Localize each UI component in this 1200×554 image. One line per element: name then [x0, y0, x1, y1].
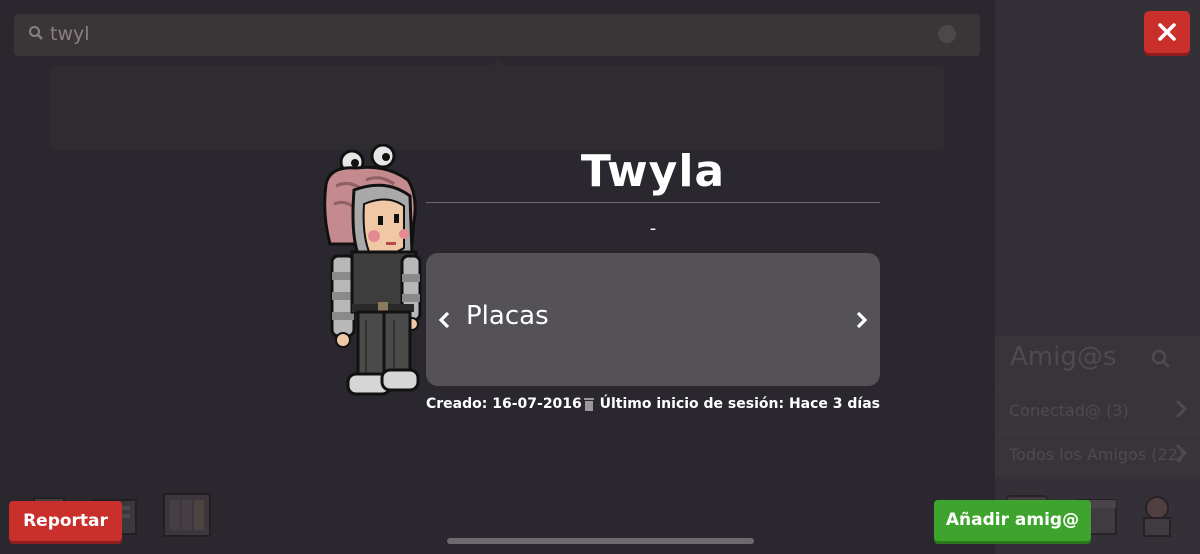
search-icon: [29, 26, 43, 40]
close-button[interactable]: [1144, 11, 1190, 53]
user-avatar: [323, 144, 422, 396]
badges-label: Placas: [466, 301, 549, 331]
search-input[interactable]: twyl: [50, 23, 90, 45]
search-icon[interactable]: [1150, 348, 1172, 370]
badges-card: Placas: [426, 253, 880, 386]
add-friend-button[interactable]: Añadir amig@: [934, 500, 1091, 541]
friends-row-label: Conectad@ (3): [1009, 401, 1129, 420]
home-indicator: [447, 538, 754, 544]
last-login: Último inicio de sesión: Hace 3 días: [583, 396, 880, 412]
report-button[interactable]: Reportar: [9, 501, 122, 541]
chevron-right-icon: [1175, 399, 1188, 419]
profile-motto: -: [649, 218, 657, 239]
chevron-left-icon[interactable]: [438, 311, 452, 329]
friends-row-label: Todos los Amigos (22): [1009, 445, 1185, 464]
search-results-panel: [50, 58, 944, 150]
trash-icon: [583, 398, 594, 411]
chevron-right-icon: [1175, 443, 1188, 463]
chevron-right-icon[interactable]: [854, 311, 868, 329]
inventory-icon[interactable]: [160, 490, 214, 540]
divider: [426, 202, 880, 203]
last-login-text: Último inicio de sesión: Hace 3 días: [599, 396, 880, 412]
friends-row-online[interactable]: Conectad@ (3): [995, 388, 1200, 433]
friends-panel-title: Amig@s: [1010, 342, 1117, 372]
user-avatar-icon[interactable]: [1130, 490, 1184, 540]
created-date: Creado: 16-07-2016: [426, 396, 582, 412]
friends-row-all[interactable]: Todos los Amigos (22): [995, 432, 1200, 477]
close-icon: [1158, 23, 1176, 41]
profile-name: Twyla: [580, 146, 726, 197]
search-bar[interactable]: twyl: [14, 14, 980, 56]
clear-search-icon[interactable]: [938, 25, 956, 43]
